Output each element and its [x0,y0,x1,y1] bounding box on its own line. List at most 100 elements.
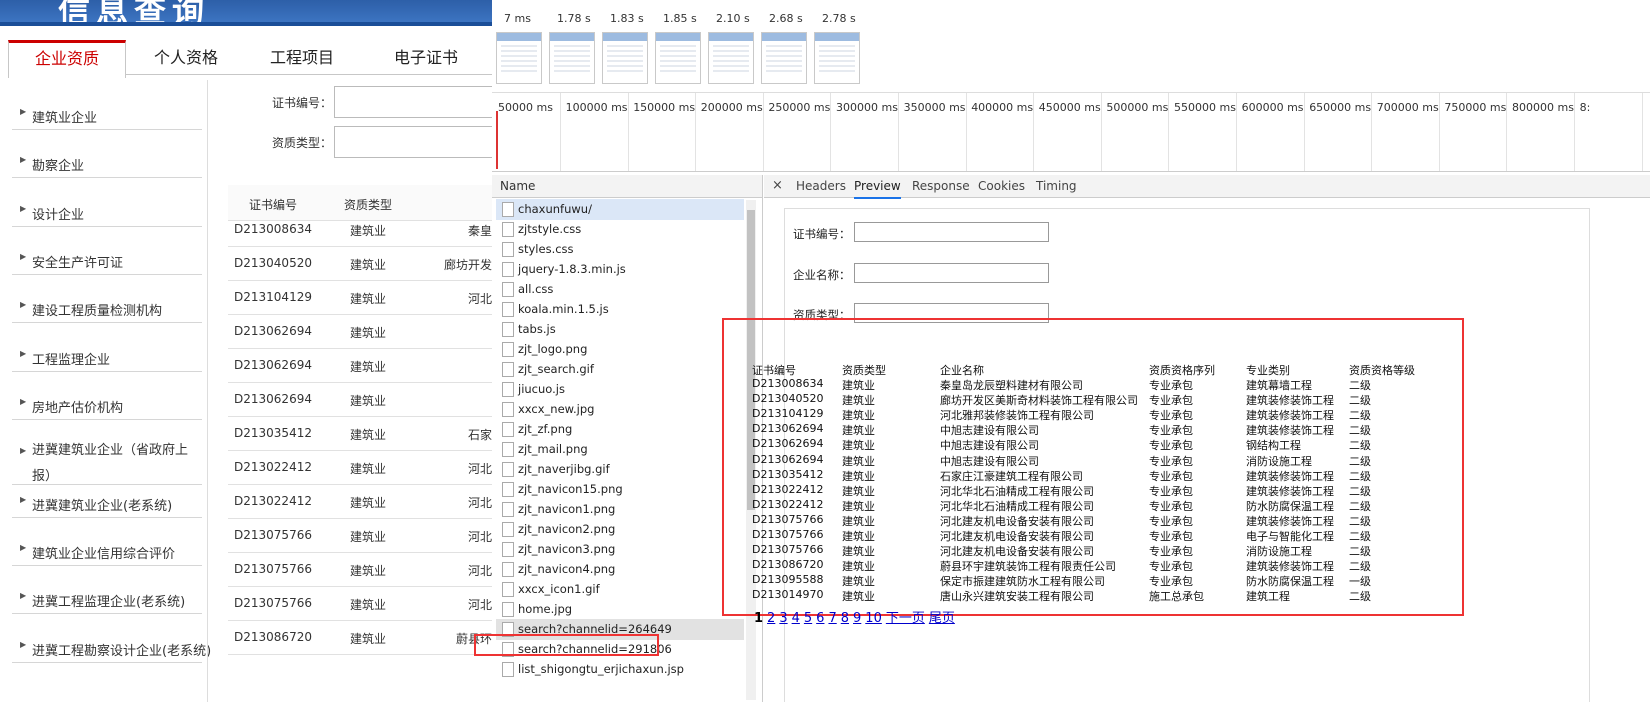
sidebar-item-entry-supervision[interactable]: ▶ 进冀工程监理企业(老系统) [12,579,202,614]
request-row[interactable]: zjt_navicon3.png [496,539,744,560]
tab-enterprise-qualification[interactable]: 企业资质 [8,40,126,78]
tab-e-certificate[interactable]: 电子证书 [360,42,492,74]
frame-time-label: 2.78 s [822,12,856,25]
preview-cert-no-input[interactable] [854,222,1049,242]
request-row[interactable]: zjt_navicon2.png [496,519,744,540]
preview-row: D213008634 建筑业 秦皇岛龙辰塑料建材有限公司 专业承包 建筑幕墙工程 二级 [752,377,1452,392]
table-row[interactable]: D213062694 建筑业 [228,381,492,417]
preview-company-input[interactable] [854,263,1049,283]
qual-type-select[interactable] [334,126,492,158]
preview-cell: 建筑装修装饰工程 [1246,560,1334,574]
pager-link[interactable]: 7 [828,611,836,626]
pager-link[interactable]: 下一页 [886,611,925,626]
timeline-tick-label: 50000 ms [498,101,553,114]
cell-cert-no: D213104129 [234,290,312,304]
pager-link[interactable]: 6 [816,611,824,626]
close-icon[interactable]: × [772,175,783,197]
frame-thumbnail[interactable] [814,32,860,84]
sidebar-item-safety-permit[interactable]: ▶ 安全生产许可证 [12,240,202,275]
table-row[interactable]: D213022412 建筑业 河北 [228,449,492,485]
request-row[interactable]: all.css [496,279,744,300]
frame-thumbnail[interactable] [602,32,648,84]
arrow-right-icon: ▶ [20,446,27,455]
sidebar-item-credit[interactable]: ▶ 建筑业企业信用综合评价 [12,531,202,566]
pager-link[interactable]: 4 [792,611,800,626]
table-row[interactable]: D213022412 建筑业 河北 [228,483,492,519]
request-row[interactable]: tabs.js [496,319,744,340]
pager-link[interactable]: 2 [767,611,775,626]
preview-cert-no-label: 证书编号： [793,227,851,241]
table-row[interactable]: D213104129 建筑业 河北 [228,279,492,315]
table-row[interactable]: D213008634 建筑业 秦皇 [228,211,492,247]
request-row[interactable]: koala.min.1.5.js [496,299,744,320]
table-row[interactable]: D213075766 建筑业 河北 [228,585,492,621]
name-column-header[interactable]: Name [492,175,762,198]
request-row[interactable]: zjtstyle.css [496,219,744,240]
request-row[interactable]: chaxunfuwu/ [496,199,744,220]
table-row[interactable]: D213075766 建筑业 河北 [228,551,492,587]
timeline-marker [496,111,498,169]
image-file-icon [502,442,514,457]
timeline-tick-label: 750000 ms [1444,101,1507,114]
preview-cell: 河北华北石油精成工程有限公司 [940,499,1094,513]
table-row[interactable]: D213086720 建筑业 蔚县环 [228,619,492,655]
tab-preview[interactable]: Preview [854,175,901,199]
tab-response[interactable]: Response [912,175,970,197]
frame-thumbnail[interactable] [708,32,754,84]
sidebar-item-survey[interactable]: ▶ 勘察企业 [12,143,202,178]
frame-thumbnail[interactable] [761,32,807,84]
preview-cell: D213014970 [752,588,824,602]
cert-no-input[interactable] [334,86,492,118]
frame-thumbnail[interactable] [549,32,595,84]
table-row[interactable]: D213035412 建筑业 石家 [228,415,492,451]
preview-cell: 河北建友机电设备安装有限公司 [940,530,1094,543]
pager-link[interactable]: 5 [804,611,812,626]
sidebar-item-construction[interactable]: ▶ 建筑业企业 [12,95,202,130]
pager-link[interactable]: 10 [865,611,882,626]
sidebar-item-design[interactable]: ▶ 设计企业 [12,192,202,227]
request-row[interactable]: zjt_logo.png [496,339,744,360]
request-row[interactable]: zjt_navicon1.png [496,499,744,520]
sidebar-item-entry-survey-design[interactable]: ▶ 进冀工程勘察设计企业(老系统) [12,628,211,663]
tab-projects[interactable]: 工程项目 [244,42,360,74]
preview-cell: 建筑业 [842,424,875,438]
cell-qual-type: 建筑业 [349,530,386,544]
request-row[interactable]: zjt_naverjibg.gif [496,459,744,480]
preview-cell: 二级 [1349,439,1371,453]
request-row[interactable]: zjt_search.gif [496,359,744,380]
table-row[interactable]: D213062694 建筑业 [228,347,492,383]
sidebar-item-entry-construction[interactable]: ▶ 进冀建筑业企业（省政府上报） [12,434,202,485]
timeline-overview[interactable]: 50000 ms 100000 ms 150000 ms 200000 ms 25000… [492,92,1650,172]
request-row[interactable]: zjt_zf.png [496,419,744,440]
pager-link[interactable]: 3 [779,611,787,626]
request-row[interactable]: styles.css [496,239,744,260]
tab-personal-qualification[interactable]: 个人资格 [128,42,244,74]
request-row[interactable]: home.jpg [496,599,744,620]
table-row[interactable]: D213040520 建筑业 廊坊开发 [228,245,492,281]
pager-link[interactable]: 尾页 [929,611,955,626]
request-row[interactable]: jquery-1.8.3.min.js [496,259,744,280]
pager-link[interactable]: 8 [841,611,849,626]
tab-headers[interactable]: Headers [796,175,846,197]
sidebar-item-testing[interactable]: ▶ 建设工程质量检测机构 [12,288,202,323]
preview-row: D213095588 建筑业 保定市振建建筑防水工程有限公司 专业承包 防水防腐保温工程… [752,573,1452,588]
tab-cookies[interactable]: Cookies [978,175,1025,197]
frame-thumbnail[interactable] [496,32,542,84]
request-row[interactable]: zjt_navicon4.png [496,559,744,580]
pager-link[interactable]: 9 [853,611,861,626]
sidebar-item-appraisal[interactable]: ▶ 房地产估价机构 [12,385,202,420]
request-row[interactable]: xxcx_icon1.gif [496,579,744,600]
table-row[interactable]: D213062694 建筑业 [228,313,492,349]
preview-cell: 专业承包 [1149,484,1193,498]
request-row[interactable]: jiucuo.js [496,379,744,400]
request-row[interactable]: list_shigongtu_erjichaxun.jsp [496,659,744,680]
sidebar-item-entry-construction-old[interactable]: ▶ 进冀建筑业企业(老系统) [12,483,202,518]
tab-timing[interactable]: Timing [1036,175,1077,197]
table-row[interactable]: D213075766 建筑业 河北 [228,517,492,553]
sidebar-item-supervision[interactable]: ▶ 工程监理企业 [12,337,202,372]
request-row[interactable]: zjt_mail.png [496,439,744,460]
request-row[interactable]: zjt_navicon15.png [496,479,744,500]
frame-thumbnail[interactable] [655,32,701,84]
request-name: chaxunfuwu/ [518,202,592,216]
request-row[interactable]: xxcx_new.jpg [496,399,744,420]
